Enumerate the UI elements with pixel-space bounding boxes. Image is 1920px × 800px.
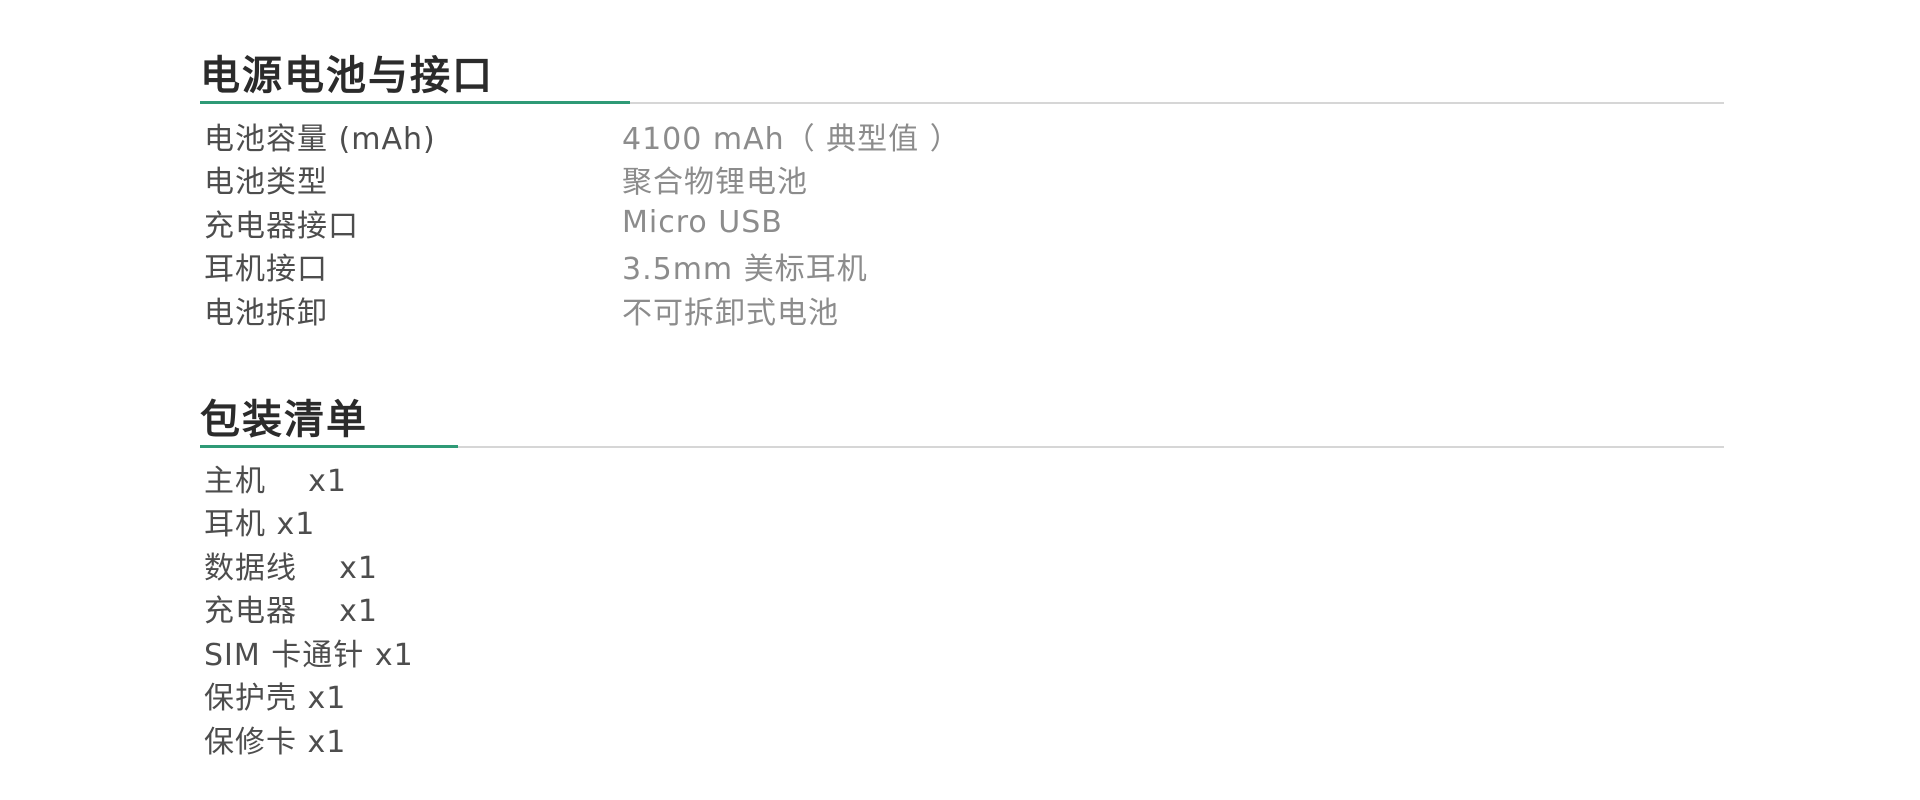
section-title: 包装清单 (200, 397, 368, 443)
spec-label: 电池拆卸 (204, 295, 328, 331)
package-item-main-unit: 主机 x1 (204, 463, 347, 499)
package-item-data-cable: 数据线 x1 (204, 550, 378, 586)
package-item-protective-case: 保护壳 x1 (204, 681, 347, 717)
spec-value: 3.5mm 美标耳机 (622, 252, 868, 288)
spec-list: 电池容量 (mAh) 4100 mAh（ 典型值 ） 电池类型 聚合物锂电池 充… (200, 114, 1724, 332)
package-item-sim-pin: SIM 卡通针 x1 (204, 637, 414, 673)
section-header: 包装清单 (200, 390, 1724, 448)
section-header: 电源电池与接口 (200, 46, 1724, 104)
package-item-earphones: 耳机 x1 (204, 507, 316, 543)
spec-label: 充电器接口 (204, 208, 359, 244)
spec-row-battery-removal: 电池拆卸 不可拆卸式电池 (200, 288, 1724, 332)
package-item-charger: 充电器 x1 (204, 594, 378, 630)
section-title: 电源电池与接口 (200, 53, 494, 99)
spec-value: 聚合物锂电池 (622, 165, 808, 201)
spec-value: 4100 mAh（ 典型值 ） (622, 121, 961, 157)
package-item-warranty-card: 保修卡 x1 (204, 724, 347, 760)
spec-row-headphone-jack: 耳机接口 3.5mm 美标耳机 (200, 245, 1724, 289)
spec-label: 耳机接口 (204, 252, 328, 288)
spec-row-battery-type: 电池类型 聚合物锂电池 (200, 158, 1724, 202)
spec-value: 不可拆卸式电池 (622, 295, 839, 331)
power-battery-interface-section: 电源电池与接口 电池容量 (mAh) 4100 mAh（ 典型值 ） 电池类型 … (200, 46, 1724, 332)
package-list: 主机 x1 耳机 x1 数据线 x1 充电器 x1 SIM 卡通针 x1 保护壳… (200, 456, 1724, 761)
spec-label: 电池类型 (204, 165, 328, 201)
spec-label: 电池容量 (mAh) (204, 121, 436, 157)
spec-row-battery-capacity: 电池容量 (mAh) 4100 mAh（ 典型值 ） (200, 114, 1724, 158)
package-contents-section: 包装清单 主机 x1 耳机 x1 数据线 x1 充电器 x1 SIM 卡通针 x… (200, 390, 1724, 761)
section-title-underline (200, 101, 630, 104)
spec-row-charger-port: 充电器接口 Micro USB (200, 201, 1724, 245)
spec-value: Micro USB (622, 205, 783, 241)
section-title-underline (200, 445, 458, 448)
